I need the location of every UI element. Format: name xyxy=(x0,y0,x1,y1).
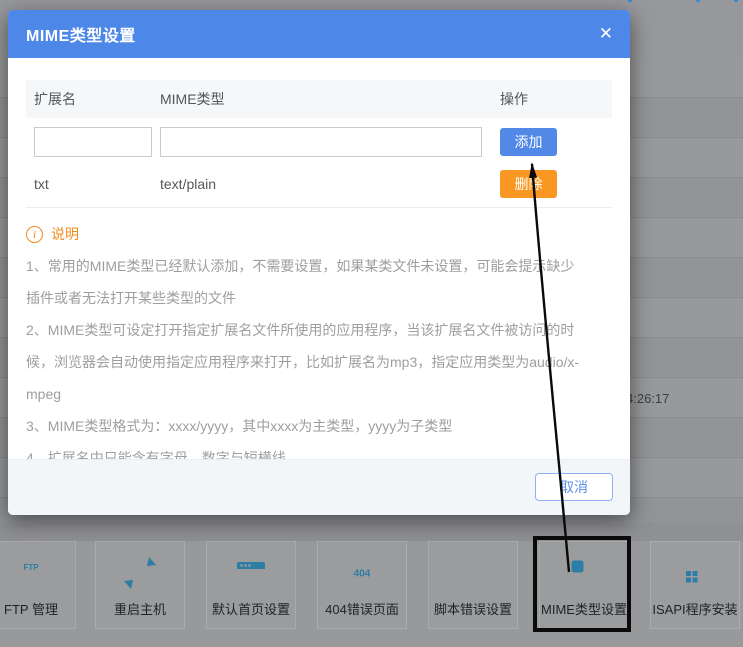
delete-button[interactable]: 删除 xyxy=(500,170,557,198)
info-icon: i xyxy=(26,226,43,243)
toolbar-item-label: 脚本错误设置 xyxy=(434,599,512,618)
mime-settings-dialog: MIME类型设置 ✕ 扩展名 MIME类型 操作 添加 txt text/pla… xyxy=(8,10,630,515)
timestamp-fragment: 4:26:17 xyxy=(626,391,669,406)
dialog-body: 扩展名 MIME类型 操作 添加 txt text/plain 删除 i 说明 xyxy=(8,80,630,506)
table-header-row: 扩展名 MIME类型 操作 xyxy=(26,80,612,118)
svg-text:404: 404 xyxy=(354,569,371,580)
note-item: 1、常用的MIME类型已经默认添加，不需要设置，如果某类文件未设置，可能会提示缺… xyxy=(26,250,584,314)
browser-window-icon xyxy=(231,553,271,593)
toolbar-item-default-page[interactable]: 默认首页设置 xyxy=(206,541,296,629)
svg-text:FTP: FTP xyxy=(23,563,39,572)
toolbar-item-label: FTP 管理 xyxy=(4,599,58,618)
table-row: txt text/plain 删除 xyxy=(26,161,612,208)
ftp-monitor-icon: FTP xyxy=(11,553,51,593)
dialog-title: MIME类型设置 xyxy=(8,22,136,46)
mime-cell: text/plain xyxy=(160,176,500,192)
404-circle-icon: 404 xyxy=(342,553,382,593)
page: 4:26:17 FTP FTP 管理 重启主机 xyxy=(0,0,743,647)
mime-input[interactable] xyxy=(160,127,482,157)
add-button[interactable]: 添加 xyxy=(500,128,557,156)
restart-icon xyxy=(120,553,160,593)
script-error-icon xyxy=(453,553,493,593)
note-item: 3、MIME类型格式为：xxxx/yyyy，其中xxxx为主类型，yyyy为子类… xyxy=(26,410,584,442)
cancel-button[interactable]: 取消 xyxy=(535,473,613,501)
note-title: 说明 xyxy=(51,224,79,244)
toolbar-item-label: ISAPI程序安装 xyxy=(652,599,737,618)
column-header-ext: 扩展名 xyxy=(34,89,160,109)
toolbar-item-ftp[interactable]: FTP FTP 管理 xyxy=(0,541,76,629)
ext-input[interactable] xyxy=(34,127,152,157)
toolbar-item-script-error[interactable]: 脚本错误设置 xyxy=(428,541,518,629)
column-header-action: 操作 xyxy=(500,89,612,109)
toolbar-item-404[interactable]: 404 404错误页面 xyxy=(317,541,407,629)
toolbar-item-label: 默认首页设置 xyxy=(212,599,290,618)
toolbar-item-isapi[interactable]: ISAPI程序安装 xyxy=(650,541,740,629)
background-fragment xyxy=(696,0,700,2)
dialog-footer: 取消 xyxy=(8,459,630,515)
background-band xyxy=(0,523,743,541)
background-fragment xyxy=(734,0,738,2)
note-item: 2、MIME类型可设定打开指定扩展名文件所使用的应用程序，当该扩展名文件被访问的… xyxy=(26,314,584,410)
toolbar-item-label: 404错误页面 xyxy=(325,599,399,618)
toolbar-item-label: 重启主机 xyxy=(114,599,166,618)
isapi-windows-icon xyxy=(675,553,715,593)
toolbar-item-restart[interactable]: 重启主机 xyxy=(95,541,185,629)
ext-cell: txt xyxy=(34,176,160,192)
note-header: i 说明 xyxy=(26,224,584,244)
highlight-rectangle xyxy=(533,536,631,632)
close-icon[interactable]: ✕ xyxy=(599,23,613,45)
column-header-mime: MIME类型 xyxy=(160,89,500,109)
add-row: 添加 xyxy=(26,127,612,157)
background-fragment xyxy=(628,0,632,2)
dialog-header: MIME类型设置 ✕ xyxy=(8,10,630,58)
